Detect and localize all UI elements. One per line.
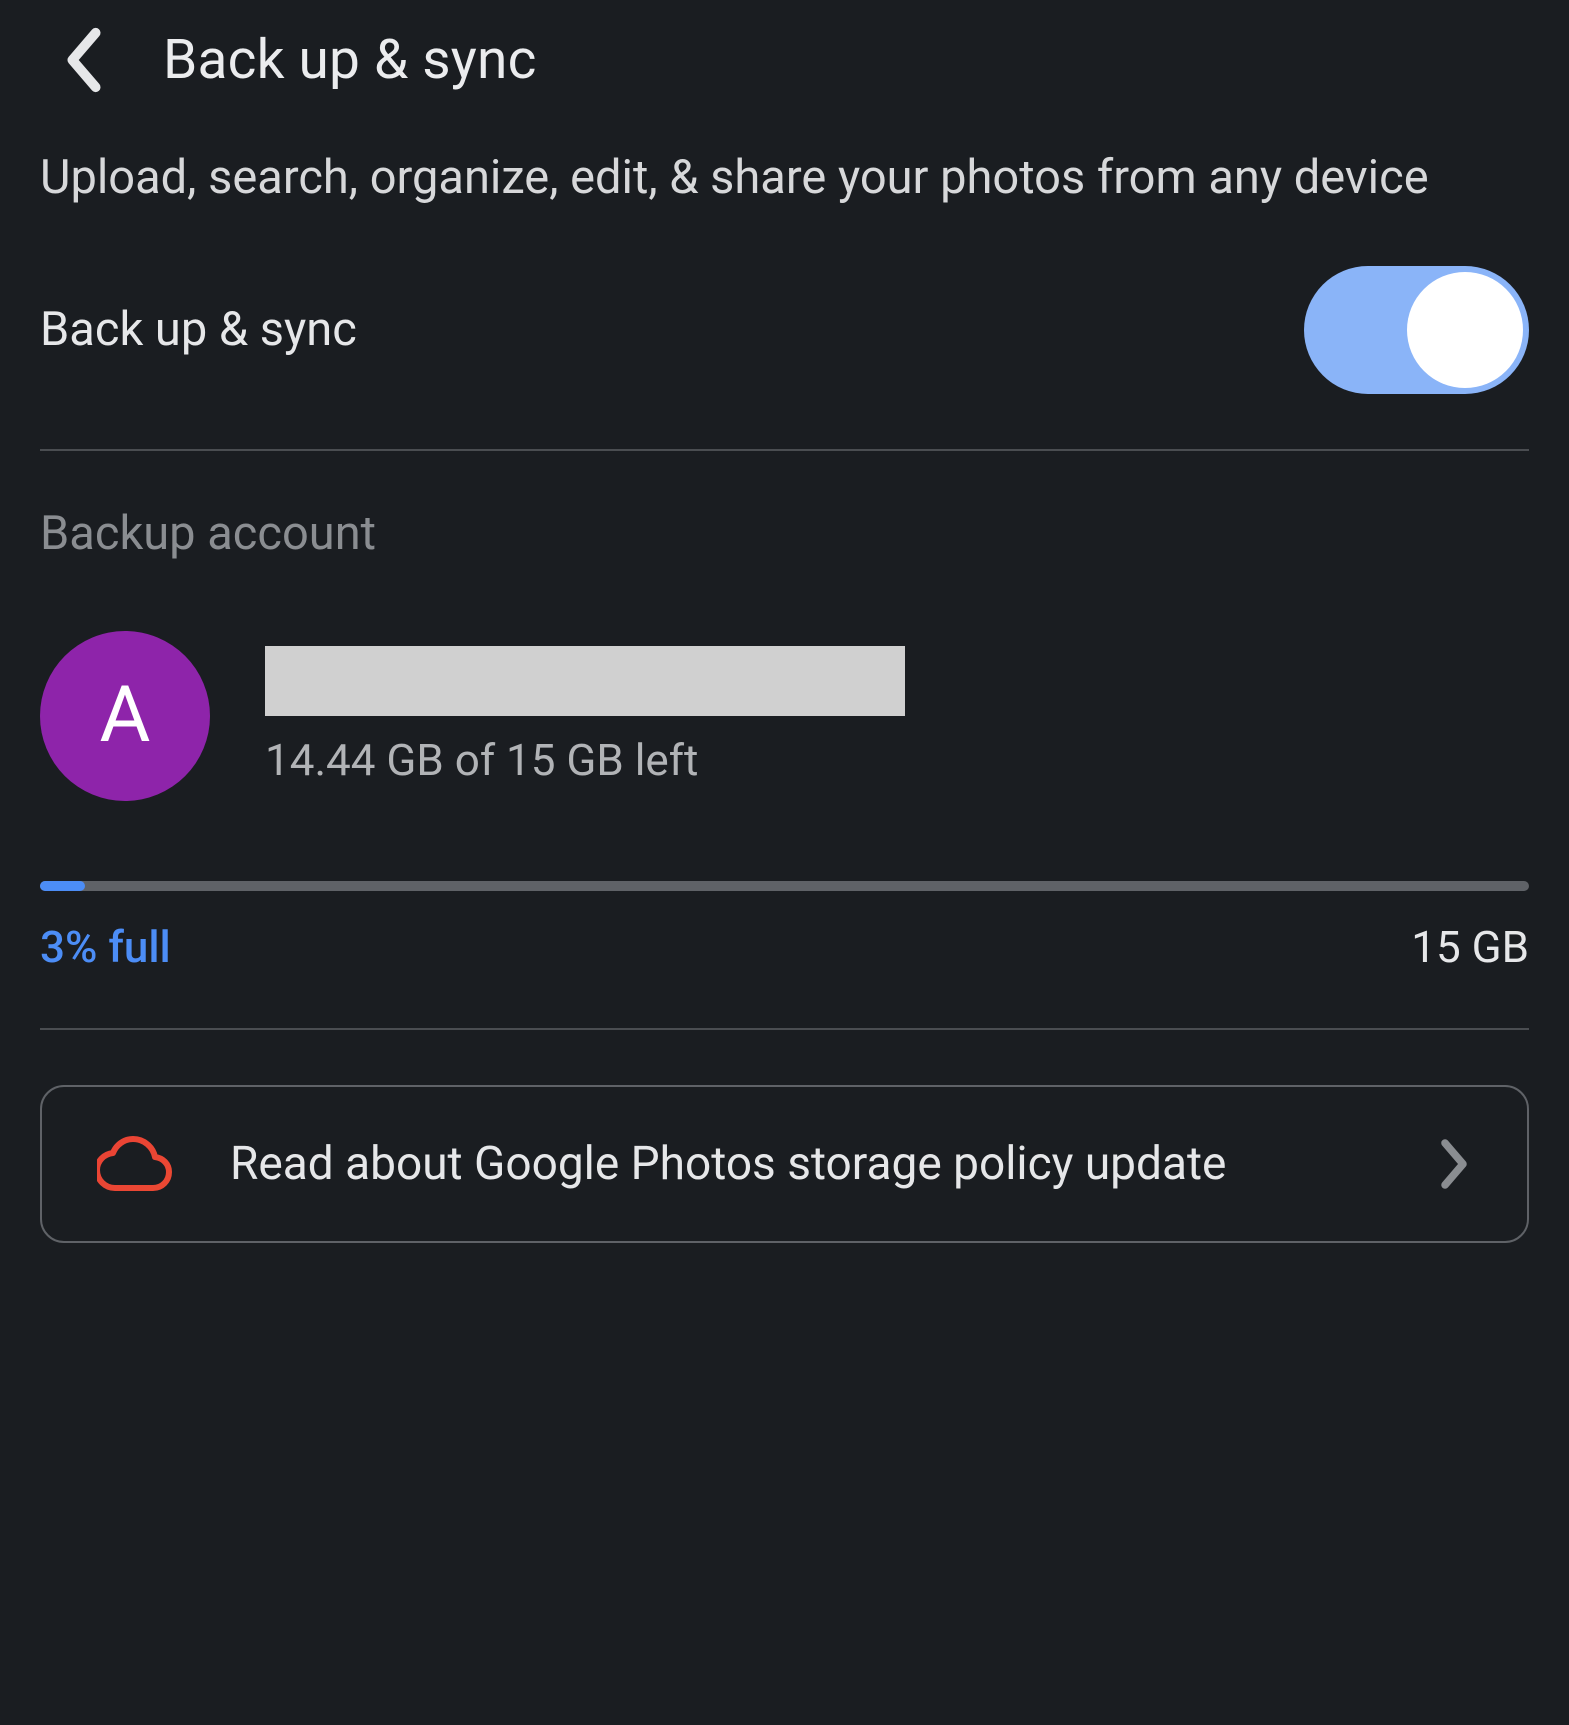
toggle-knob (1407, 272, 1523, 388)
divider (40, 449, 1529, 451)
cloud-icon (97, 1135, 175, 1193)
settings-screen: Back up & sync Upload, search, organize,… (0, 0, 1569, 1283)
storage-progress-fill (40, 881, 85, 891)
storage-percent-full: 3% full (40, 921, 171, 973)
storage-policy-card[interactable]: Read about Google Photos storage policy … (40, 1085, 1529, 1243)
chevron-right-icon (1436, 1135, 1472, 1193)
page-title: Back up & sync (163, 28, 537, 92)
account-info: 14.44 GB of 15 GB left (265, 646, 905, 786)
account-email-redacted (265, 646, 905, 716)
avatar: A (40, 631, 210, 801)
divider (40, 1028, 1529, 1030)
avatar-letter: A (100, 670, 151, 761)
backup-sync-toggle-row[interactable]: Back up & sync (40, 266, 1529, 449)
backup-account-row[interactable]: A 14.44 GB of 15 GB left (40, 631, 1529, 881)
page-description: Upload, search, organize, edit, & share … (40, 145, 1529, 266)
backup-account-section-label: Backup account (40, 451, 1529, 631)
storage-progress-labels: 3% full 15 GB (40, 921, 1529, 1028)
back-icon[interactable] (60, 25, 108, 95)
backup-sync-toggle[interactable] (1304, 266, 1529, 394)
storage-total: 15 GB (1411, 921, 1529, 973)
backup-sync-toggle-label: Back up & sync (40, 302, 357, 357)
storage-progress-bar (40, 881, 1529, 891)
storage-remaining-label: 14.44 GB of 15 GB left (265, 734, 905, 786)
header: Back up & sync (40, 0, 1529, 145)
storage-policy-text: Read about Google Photos storage policy … (230, 1132, 1381, 1196)
